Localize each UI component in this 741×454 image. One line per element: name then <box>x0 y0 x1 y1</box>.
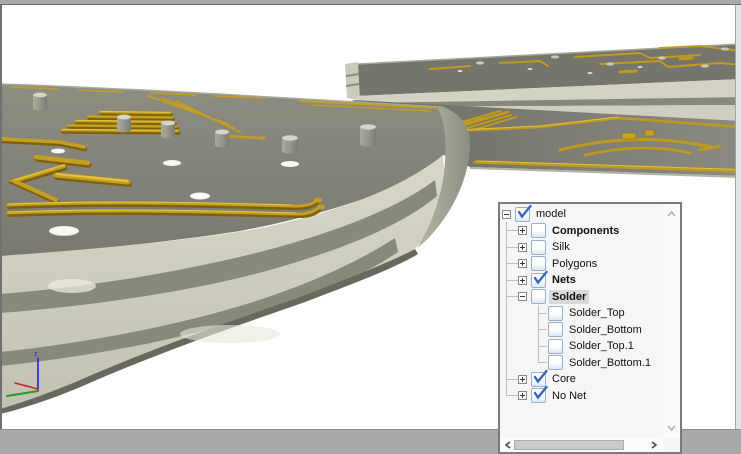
tree-item-solder-bottom[interactable]: Solder_Bottom <box>502 322 660 339</box>
tree-item-label[interactable]: Solder_Bottom <box>566 323 645 337</box>
tree-item-label[interactable]: Solder_Bottom.1 <box>566 356 654 370</box>
application-window: z model Components Silk Polygons Nets So… <box>0 0 741 454</box>
expander-icon[interactable] <box>518 374 527 384</box>
tree-item-label[interactable]: Polygons <box>549 257 600 271</box>
tree-item-model[interactable]: model <box>502 204 660 223</box>
visibility-checkbox[interactable] <box>531 386 548 404</box>
tree-item-solder-top[interactable]: Solder_Top <box>502 305 660 322</box>
tree-item-label[interactable]: model <box>533 207 569 221</box>
tree-item-label[interactable]: Solder_Top <box>566 306 628 320</box>
visibility-checkbox[interactable] <box>531 239 546 255</box>
horizontal-scrollbar[interactable] <box>500 438 663 452</box>
visibility-checkbox[interactable] <box>531 289 546 305</box>
scrollbar-corner <box>663 438 680 452</box>
tree-item-components[interactable]: Components <box>502 223 660 240</box>
model-tree-content: model Components Silk Polygons Nets Sold… <box>500 204 680 452</box>
window-left-border <box>0 5 2 430</box>
visibility-checkbox[interactable] <box>531 270 548 288</box>
scroll-down-icon[interactable] <box>667 424 676 432</box>
tree-item-label[interactable]: Solder <box>549 289 590 304</box>
model-tree: model Components Silk Polygons Nets Sold… <box>502 204 660 405</box>
expander-icon[interactable] <box>518 226 527 236</box>
expander-icon[interactable] <box>518 242 527 252</box>
tree-item-label[interactable]: Solder_Top.1 <box>566 339 637 353</box>
scroll-left-icon[interactable] <box>505 441 511 449</box>
expander-icon[interactable] <box>502 209 511 219</box>
tree-item-solder-bottom-1[interactable]: Solder_Bottom.1 <box>502 355 660 372</box>
window-top-border <box>0 4 741 5</box>
expander-icon[interactable] <box>518 292 527 302</box>
visibility-checkbox[interactable] <box>515 204 532 222</box>
tree-item-label[interactable]: Nets <box>549 273 579 287</box>
visibility-checkbox[interactable] <box>548 355 563 371</box>
tree-item-label[interactable]: Components <box>549 224 622 238</box>
visibility-checkbox[interactable] <box>548 305 563 321</box>
tree-item-nets[interactable]: Nets <box>502 270 660 289</box>
expander-icon[interactable] <box>518 259 527 269</box>
tree-item-solder[interactable]: Solder <box>502 289 660 306</box>
tree-item-label[interactable]: Core <box>549 372 579 386</box>
tree-item-polygons[interactable]: Polygons <box>502 256 660 273</box>
tree-item-no-net[interactable]: No Net <box>502 386 660 405</box>
scroll-right-icon[interactable] <box>651 441 657 449</box>
visibility-checkbox[interactable] <box>548 322 563 338</box>
tree-item-label[interactable]: Silk <box>549 240 573 254</box>
window-right-margin <box>736 5 741 430</box>
visibility-checkbox[interactable] <box>548 338 563 354</box>
scroll-up-icon[interactable] <box>667 210 676 218</box>
tree-item-label[interactable]: No Net <box>549 389 589 403</box>
tree-item-solder-top-1[interactable]: Solder_Top.1 <box>502 338 660 355</box>
vertical-scrollbar[interactable] <box>663 204 680 438</box>
scrollbar-thumb[interactable] <box>514 440 624 450</box>
tree-item-core[interactable]: Core <box>502 369 660 388</box>
model-tree-panel: model Components Silk Polygons Nets Sold… <box>498 202 682 454</box>
z-axis-label: z <box>34 351 38 358</box>
visibility-checkbox[interactable] <box>531 223 546 239</box>
tree-item-silk[interactable]: Silk <box>502 239 660 256</box>
expander-icon[interactable] <box>518 391 527 401</box>
board-edge-stack <box>345 62 360 100</box>
expander-icon[interactable] <box>518 275 527 285</box>
